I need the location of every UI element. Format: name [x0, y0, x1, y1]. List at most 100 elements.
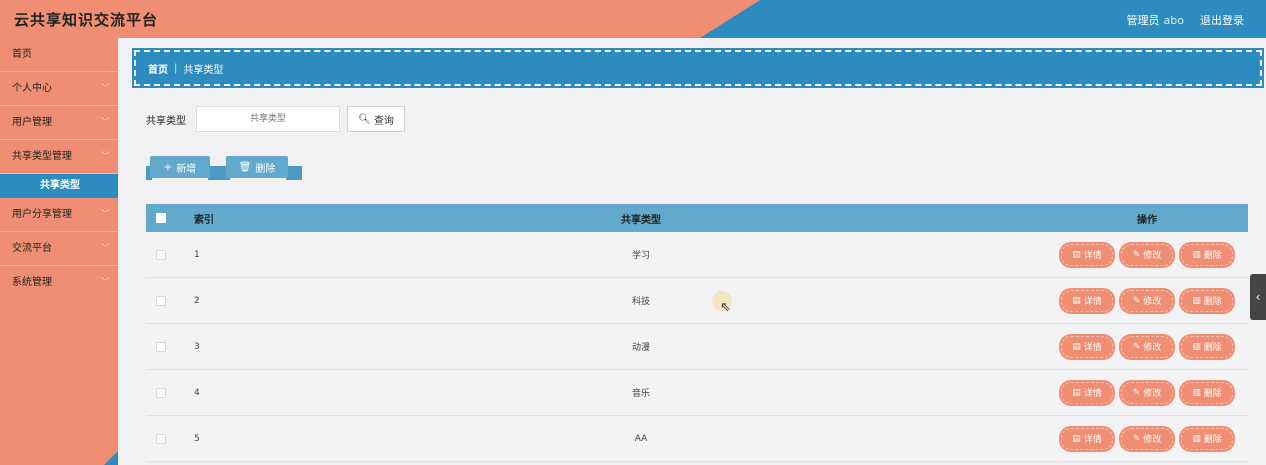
sidebar-item-user-share-management[interactable]: 用户分享管理 ﹀ [0, 198, 118, 232]
edit-button[interactable]: ✎ 修改 [1121, 427, 1173, 450]
pencil-icon: ✎ [1132, 295, 1141, 306]
row-index: 5 [194, 433, 200, 444]
chevron-down-icon: ﹀ [100, 278, 110, 288]
edit-button[interactable]: ✎ 修改 [1121, 381, 1173, 404]
table-header: 索引 共享类型 操作 [146, 204, 1248, 232]
user-info: 管理员 abo [1127, 12, 1184, 28]
pencil-icon: ✎ [1132, 249, 1141, 260]
pencil-icon: ✎ [1132, 341, 1141, 352]
trash-icon: 🗑︎ [238, 161, 252, 173]
row-type: 科技 [631, 297, 650, 307]
sidebar-item-label: 用户分享管理 [12, 209, 72, 220]
detail-button[interactable]: ▤ 详情 [1061, 381, 1113, 404]
edit-label: 修改 [1143, 297, 1162, 307]
delete-button[interactable]: ▥ 删除 [1181, 243, 1233, 266]
document-icon: ▤ [1072, 249, 1081, 260]
username: abo [1163, 14, 1184, 27]
sidebar-item-label: 用户管理 [12, 117, 52, 128]
row-actions: ▤ 详情 ✎ 修改 ▥ 删除 [1046, 427, 1248, 450]
add-button[interactable]: + 新增 [150, 156, 210, 178]
search-icon: 🔍︎ [358, 113, 371, 125]
trash-icon: ▥ [1192, 249, 1201, 260]
chevron-down-icon: ﹀ [100, 152, 110, 162]
pencil-icon: ✎ [1132, 433, 1141, 444]
ribbon-decoration [286, 166, 302, 180]
delete-button-label: 删除 [255, 163, 276, 175]
document-icon: ▤ [1072, 433, 1081, 444]
edit-button[interactable]: ✎ 修改 [1121, 335, 1173, 358]
search-label: 共享类型 [146, 115, 186, 127]
detail-button[interactable]: ▤ 详情 [1061, 289, 1113, 312]
row-type: 学习 [631, 251, 650, 261]
row-actions: ▤ 详情 ✎ 修改 ▥ 删除 [1046, 243, 1248, 266]
column-header-type: 共享类型 [621, 214, 661, 226]
action-bar: + 新增 🗑︎ 删除 [146, 156, 306, 186]
row-type: AA [634, 433, 648, 444]
chevron-down-icon: ﹀ [100, 118, 110, 128]
add-button-label: 新增 [176, 163, 197, 175]
trash-icon: ▥ [1192, 387, 1201, 398]
column-header-ops: 操作 [1137, 214, 1157, 226]
sidebar-item-label: 系统管理 [12, 277, 52, 288]
sidebar-item-share-type-management[interactable]: 共享类型管理 ﹀ [0, 140, 118, 174]
row-index: 2 [194, 295, 200, 306]
table-row: 4 音乐 ▤ 详情 ✎ 修改 ▥ 删除 [146, 370, 1248, 416]
chevron-down-icon: ﹀ [100, 210, 110, 220]
sidebar-item-label: 共享类型管理 [12, 151, 72, 162]
search-button-label: 查询 [373, 115, 394, 127]
mouse-cursor-icon: ⇖ [720, 300, 731, 315]
edit-button[interactable]: ✎ 修改 [1121, 243, 1173, 266]
sidebar-item-personal-center[interactable]: 个人中心 ﹀ [0, 72, 118, 106]
batch-delete-button[interactable]: 🗑︎ 删除 [226, 156, 288, 178]
logout-link[interactable]: 退出登录 [1200, 12, 1244, 28]
side-panel-toggle[interactable]: ‹ [1250, 274, 1266, 320]
search-bar: 共享类型 🔍︎ 查询 [146, 106, 405, 132]
search-button[interactable]: 🔍︎ 查询 [347, 106, 405, 132]
delete-button[interactable]: ▥ 删除 [1181, 427, 1233, 450]
edit-label: 修改 [1143, 435, 1162, 445]
trash-icon: ▥ [1192, 433, 1201, 444]
trash-icon: ▥ [1192, 295, 1201, 306]
delete-button[interactable]: ▥ 删除 [1181, 381, 1233, 404]
detail-button[interactable]: ▤ 详情 [1061, 427, 1113, 450]
sidebar-item-exchange-platform[interactable]: 交流平台 ﹀ [0, 232, 118, 266]
sidebar-subitem-share-type[interactable]: 共享类型 [0, 174, 118, 198]
row-actions: ▤ 详情 ✎ 修改 ▥ 删除 [1046, 289, 1248, 312]
delete-label: 删除 [1203, 251, 1222, 261]
row-type: 动漫 [631, 343, 650, 353]
row-checkbox[interactable] [156, 249, 166, 260]
edit-button[interactable]: ✎ 修改 [1121, 289, 1173, 312]
trash-icon: ▥ [1192, 341, 1201, 352]
chevron-down-icon: ﹀ [100, 84, 110, 94]
sidebar-item-label: 个人中心 [12, 83, 52, 94]
document-icon: ▤ [1072, 387, 1081, 398]
select-all-checkbox[interactable] [156, 213, 166, 223]
row-checkbox[interactable] [156, 341, 166, 352]
sidebar-item-home[interactable]: 首页 [0, 38, 118, 72]
chevron-down-icon: ﹀ [100, 244, 110, 254]
column-header-index: 索引 [194, 214, 214, 226]
data-table: 索引 共享类型 操作 1 学习 ▤ 详情 ✎ 修改 ▥ 删除 2 科技 ▤ 详情 ✎ 修改… [146, 204, 1248, 462]
delete-button[interactable]: ▥ 删除 [1181, 289, 1233, 312]
sidebar-item-user-management[interactable]: 用户管理 ﹀ [0, 106, 118, 140]
row-checkbox[interactable] [156, 387, 166, 398]
sidebar-item-system-management[interactable]: 系统管理 ﹀ [0, 266, 118, 300]
delete-label: 删除 [1203, 435, 1222, 445]
row-checkbox[interactable] [156, 433, 166, 444]
row-actions: ▤ 详情 ✎ 修改 ▥ 删除 [1046, 381, 1248, 404]
row-checkbox[interactable] [156, 295, 166, 306]
breadcrumb-home[interactable]: 首页 [148, 61, 168, 76]
detail-label: 详情 [1083, 343, 1102, 353]
row-type: 音乐 [631, 389, 650, 399]
row-index: 4 [194, 387, 200, 398]
breadcrumb-current: 共享类型 [183, 64, 224, 76]
delete-label: 删除 [1203, 297, 1222, 307]
pencil-icon: ✎ [1132, 387, 1141, 398]
detail-button[interactable]: ▤ 详情 [1061, 335, 1113, 358]
delete-label: 删除 [1203, 343, 1222, 353]
delete-button[interactable]: ▥ 删除 [1181, 335, 1233, 358]
detail-button[interactable]: ▤ 详情 [1061, 243, 1113, 266]
search-input[interactable] [196, 106, 340, 132]
document-icon: ▤ [1072, 295, 1081, 306]
breadcrumb: 首页 | 共享类型 [132, 48, 1264, 88]
